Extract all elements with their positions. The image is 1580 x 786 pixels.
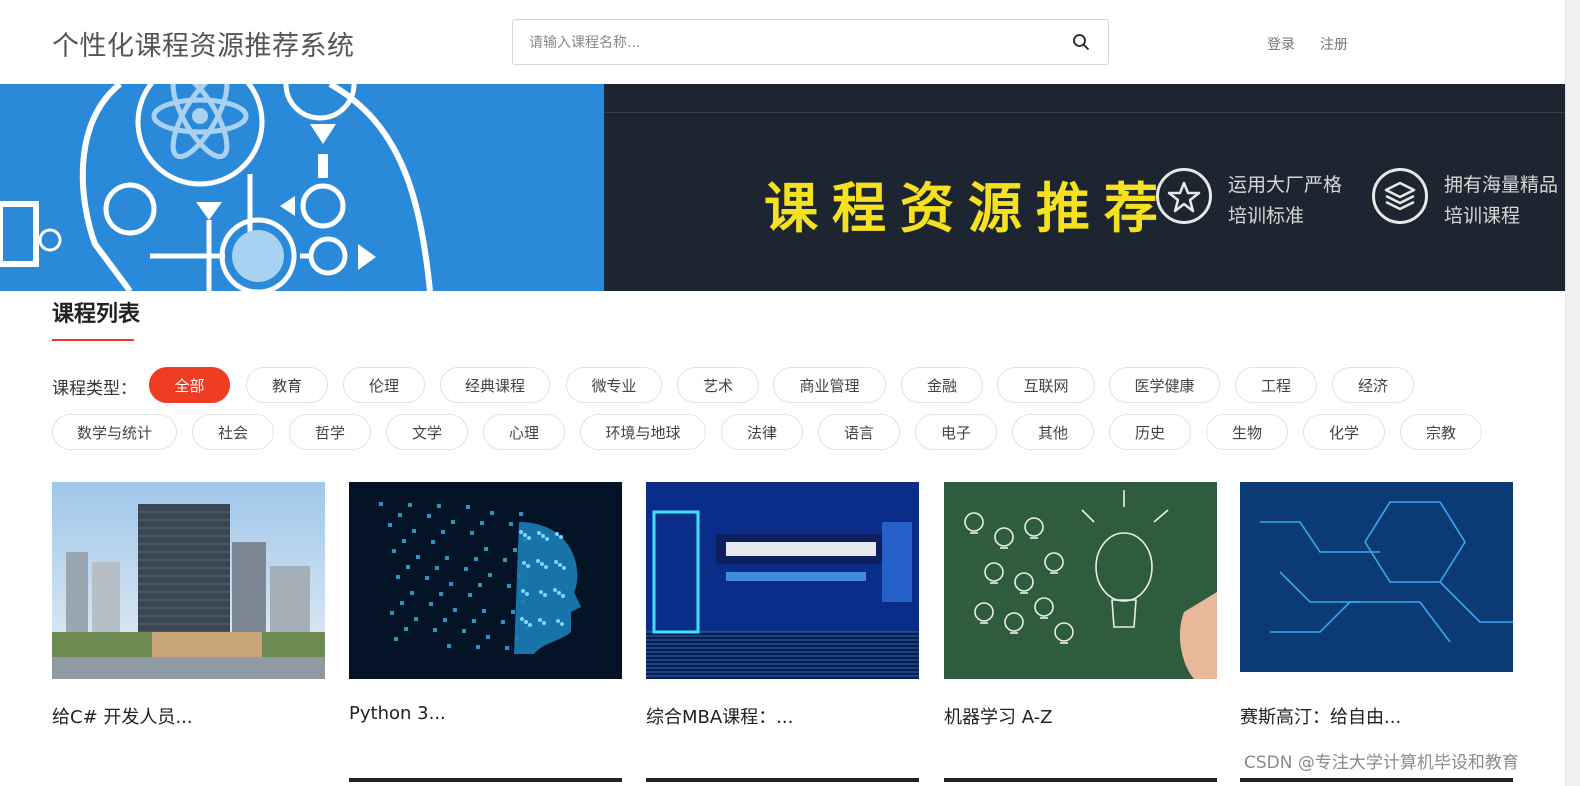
feature-line1: 运用大厂严格 [1228,174,1343,196]
category-tag[interactable]: 环境与地球 [580,414,706,450]
category-tag[interactable]: 哲学 [289,414,371,450]
login-link[interactable]: 登录 [1267,34,1295,54]
next-row-card-edge [944,778,1217,782]
banner-illustration [0,84,604,291]
page-scrollbar[interactable] [1565,0,1580,786]
category-tag[interactable]: 生物 [1206,414,1288,450]
course-title[interactable]: 赛斯高汀：给自由... [1240,703,1401,729]
category-tag[interactable]: 历史 [1109,414,1191,450]
category-tag[interactable]: 化学 [1303,414,1385,450]
feature-line2: 培训课程 [1444,205,1521,227]
course-card[interactable]: 赛斯高汀：给自由... [1240,482,1513,782]
category-tag[interactable]: 金融 [901,367,983,403]
category-tag[interactable]: 社会 [192,414,274,450]
category-tag[interactable]: 全部 [149,367,230,403]
register-link[interactable]: 注册 [1320,34,1348,54]
banner-divider [604,112,1565,113]
category-tag[interactable]: 微专业 [566,367,662,403]
category-label: 课程类型： [52,379,137,399]
category-tag[interactable]: 商业管理 [773,367,886,403]
section-title: 课程列表 [52,302,141,327]
search-icon[interactable] [1072,33,1090,51]
category-tag[interactable]: 教育 [246,367,328,403]
category-tag[interactable]: 经典课程 [440,367,550,403]
next-row-card-edge [349,778,622,782]
category-tag[interactable]: 语言 [818,414,900,450]
category-tag[interactable]: 宗教 [1400,414,1482,450]
category-tag[interactable]: 工程 [1235,367,1317,403]
search-input[interactable] [527,30,1051,56]
course-thumbnail[interactable] [1240,482,1513,679]
top-header: 个性化课程资源推荐系统 登录 注册 [0,0,1565,84]
category-tag[interactable]: 其他 [1012,414,1094,450]
feature-line2: 培训标准 [1228,205,1305,227]
course-thumbnail[interactable] [944,482,1217,679]
course-card[interactable]: Python 3... [349,482,622,782]
next-row-card-edge [1240,778,1513,782]
banner-text-panel: 课程资源推荐 运用大厂严格 培训标准 拥有海量精品 培训课程 [604,84,1565,291]
course-thumbnail[interactable] [349,482,622,679]
category-tag[interactable]: 心理 [483,414,565,450]
next-row-card-edge [646,778,919,782]
category-tag[interactable]: 法律 [721,414,803,450]
course-title[interactable]: 综合MBA课程：... [646,703,793,729]
course-card[interactable]: 给C# 开发人员... [52,482,325,728]
brain-head-illustration [0,84,433,291]
banner-title: 课程资源推荐 [764,176,1172,240]
layers-icon [1372,168,1428,224]
star-icon [1156,168,1212,224]
category-tag[interactable]: 电子 [915,414,997,450]
course-title[interactable]: 机器学习 A-Z [944,703,1052,729]
hero-banner[interactable]: 课程资源推荐 运用大厂严格 培训标准 拥有海量精品 培训课程 [0,84,1565,291]
category-tag[interactable]: 数学与统计 [52,414,177,450]
category-tag[interactable]: 艺术 [677,367,759,403]
section-underline [52,339,134,341]
search-box [512,19,1109,65]
site-logo-title[interactable]: 个性化课程资源推荐系统 [52,24,355,63]
category-tag[interactable]: 经济 [1332,367,1414,403]
category-tag[interactable]: 文学 [386,414,468,450]
category-tag[interactable]: 医学健康 [1109,367,1220,403]
category-tag[interactable]: 互联网 [997,367,1095,403]
feature-line1: 拥有海量精品 [1444,174,1559,196]
course-thumbnail[interactable] [52,482,325,679]
watermark: CSDN @专注大学计算机毕设和教育 [1244,753,1519,773]
course-thumbnail[interactable] [646,482,919,679]
course-card[interactable]: 机器学习 A-Z [944,482,1217,782]
course-card[interactable]: 综合MBA课程：... [646,482,919,782]
course-title[interactable]: 给C# 开发人员... [52,703,193,729]
course-title[interactable]: Python 3... [349,703,446,724]
category-tag[interactable]: 伦理 [343,367,425,403]
